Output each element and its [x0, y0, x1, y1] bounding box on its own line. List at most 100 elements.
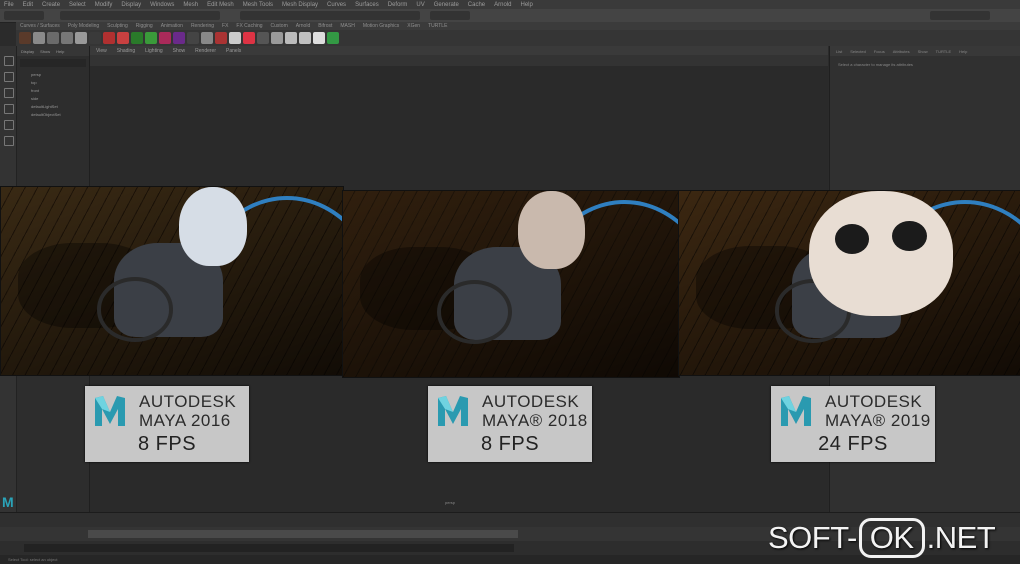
paint-tool-icon[interactable] [4, 88, 14, 98]
shelf-tab[interactable]: Animation [161, 23, 183, 29]
scale-tool-icon[interactable] [4, 136, 14, 146]
menu-item[interactable]: Arnold [494, 2, 511, 8]
viewport-menu-item[interactable]: View [96, 48, 107, 54]
outliner-menu-item[interactable]: Show [40, 49, 50, 54]
shelf-tab[interactable]: Poly Modeling [68, 23, 99, 29]
shelf-tab[interactable]: FX [222, 23, 228, 29]
shelf-tab[interactable]: FX Caching [236, 23, 262, 29]
menu-item[interactable]: Edit Mesh [207, 2, 234, 8]
shelf-tab[interactable]: Sculpting [107, 23, 128, 29]
attribute-tab[interactable]: Help [959, 49, 967, 54]
shelf-tab[interactable]: Curves / Surfaces [20, 23, 60, 29]
menu-item[interactable]: Edit [23, 2, 33, 8]
shelf-tool-icon[interactable] [299, 32, 311, 44]
shelf-tab[interactable]: Motion Graphics [363, 23, 399, 29]
outliner-item-label: defaultObjectSet [31, 111, 61, 117]
shelf-tab[interactable]: Arnold [296, 23, 310, 29]
shelf-tool-icon[interactable] [47, 32, 59, 44]
move-tool-icon[interactable] [4, 104, 14, 114]
menu-item[interactable]: UV [416, 2, 424, 8]
shelf-tool-icon[interactable] [215, 32, 227, 44]
menu-item[interactable]: Create [42, 2, 60, 8]
shelf-tab[interactable]: Custom [271, 23, 288, 29]
menu-item[interactable]: File [4, 2, 14, 8]
attribute-tab[interactable]: TURTLE [936, 49, 951, 54]
shelf-tool-icon[interactable] [271, 32, 283, 44]
rotate-tool-icon[interactable] [4, 120, 14, 130]
shelf-tab[interactable]: Rendering [191, 23, 214, 29]
menu-item[interactable]: Deform [388, 2, 408, 8]
shelf-tool-icon[interactable] [173, 32, 185, 44]
outliner-item[interactable]: front [17, 86, 89, 94]
shelf-tab[interactable]: Rigging [136, 23, 153, 29]
menu-item[interactable]: Mesh Display [282, 2, 318, 8]
shelf-tab[interactable]: XGen [407, 23, 420, 29]
shelf-tool-icon[interactable] [19, 32, 31, 44]
attribute-tab[interactable]: List [836, 49, 842, 54]
menu-set-dropdown[interactable] [4, 11, 44, 20]
shelf-tool-icon[interactable] [145, 32, 157, 44]
status-tools[interactable] [60, 11, 220, 20]
viewport-menu-item[interactable]: Shading [117, 48, 135, 54]
outliner-item[interactable]: top [17, 78, 89, 86]
menu-item[interactable]: Cache [468, 2, 485, 8]
menu-item[interactable]: Surfaces [355, 2, 379, 8]
lasso-tool-icon[interactable] [4, 72, 14, 82]
shelf-tool-icon[interactable] [187, 32, 199, 44]
menu-item[interactable]: Curves [327, 2, 346, 8]
shelf-tab[interactable]: TURTLE [428, 23, 447, 29]
range-handle[interactable] [88, 530, 518, 538]
viewport-menu-item[interactable]: Panels [226, 48, 241, 54]
shelf-tool-icon[interactable] [159, 32, 171, 44]
shelf-tool-icon[interactable] [33, 32, 45, 44]
select-tool-icon[interactable] [4, 56, 14, 66]
shelf-tool-icon[interactable] [75, 32, 87, 44]
label-fps: 8 FPS [480, 433, 540, 455]
outliner-menu-item[interactable]: Help [56, 49, 64, 54]
shelf-tool-icon[interactable] [243, 32, 255, 44]
menu-item[interactable]: Help [520, 2, 532, 8]
shelf-tool-icon[interactable] [327, 32, 339, 44]
outliner-menu-item[interactable]: Display [21, 49, 34, 54]
menu-item[interactable]: Select [69, 2, 86, 8]
shelf-tool-icon[interactable] [61, 32, 73, 44]
shelf-tool-icon[interactable] [201, 32, 213, 44]
shelf-tool-icon[interactable] [103, 32, 115, 44]
viewport-menu-item[interactable]: Show [173, 48, 186, 54]
workspace-dropdown[interactable] [930, 11, 990, 20]
outliner-item[interactable]: defaultObjectSet [17, 110, 89, 118]
outliner-item[interactable]: side [17, 94, 89, 102]
shelf-tab[interactable]: MASH [340, 23, 354, 29]
shelf-tab[interactable]: Bifrost [318, 23, 332, 29]
shelf-tool-icon[interactable] [131, 32, 143, 44]
snap-tools[interactable] [240, 11, 420, 20]
attribute-tab[interactable]: Show [918, 49, 928, 54]
shelf-tool-icon[interactable] [229, 32, 241, 44]
shelf-tool-icon[interactable] [257, 32, 269, 44]
menu-item[interactable]: Modify [95, 2, 113, 8]
outliner-item[interactable]: persp [17, 70, 89, 78]
command-input[interactable] [24, 544, 514, 552]
menu-item[interactable]: Generate [434, 2, 459, 8]
shelf-tool-icon[interactable] [117, 32, 129, 44]
attribute-tab[interactable]: Attributes [893, 49, 910, 54]
outliner-search-input[interactable] [20, 59, 86, 67]
maya-logo-icon: M [2, 494, 14, 510]
shelf-tabs: Curves / Surfaces Poly Modeling Sculpting R… [16, 22, 1020, 30]
menu-item[interactable]: Display [121, 2, 141, 8]
menu-item[interactable]: Windows [150, 2, 174, 8]
shelf-tool-icon[interactable] [313, 32, 325, 44]
menu-item[interactable]: Mesh Tools [243, 2, 273, 8]
attribute-tab[interactable]: Focus [874, 49, 885, 54]
viewport-menu-item[interactable]: Lighting [145, 48, 163, 54]
render-tools[interactable] [430, 11, 470, 20]
menu-item[interactable]: Mesh [183, 2, 198, 8]
shelf-tool-icon[interactable] [89, 32, 101, 44]
label-fps: 8 FPS [137, 433, 197, 455]
outliner-item-label: persp [31, 71, 42, 77]
shelf-tool-icon[interactable] [285, 32, 297, 44]
viewport-menu-item[interactable]: Renderer [195, 48, 216, 54]
outliner-item[interactable]: defaultLightSet [17, 102, 89, 110]
outliner-list: persp top front side defaultLightSet defaultO… [17, 70, 89, 118]
attribute-tab[interactable]: Selected [850, 49, 866, 54]
